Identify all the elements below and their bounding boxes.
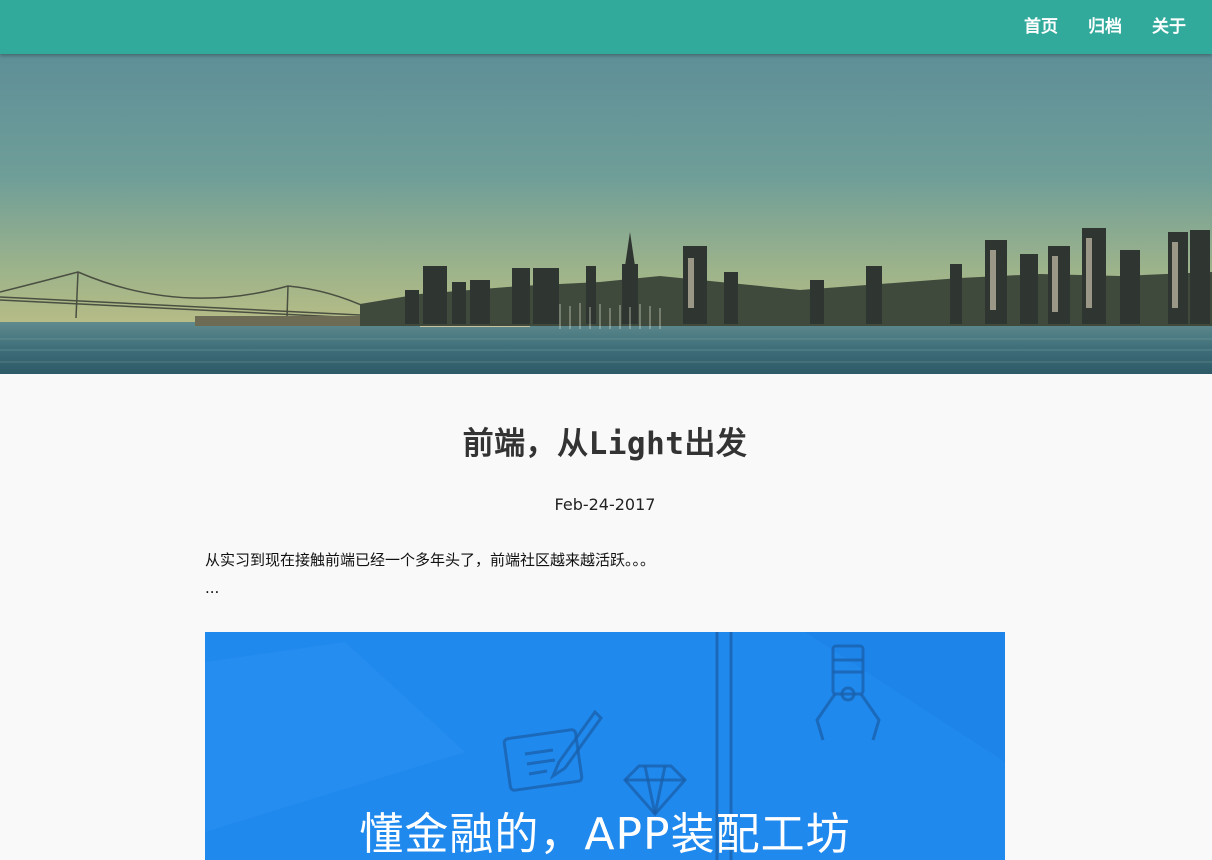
post-date: Feb-24-2017: [554, 495, 656, 514]
post-preview: 前端，从Light出发 Feb-24-2017 从实习到现在接触前端已经一个多年…: [205, 374, 1005, 602]
top-navigation-bar: 首页 归档 关于: [0, 0, 1212, 54]
main-nav: 首页 归档 关于: [1024, 0, 1186, 48]
post-excerpt: 从实习到现在接触前端已经一个多年头了，前端社区越来越活跃。。。 ...: [205, 546, 1005, 602]
excerpt-line: 从实习到现在接触前端已经一个多年头了，前端社区越来越活跃。。。: [205, 551, 656, 569]
note-pencil-icon: [502, 709, 603, 792]
city-skyline-illustration: [0, 54, 1212, 374]
post-cover-image: 懂金融的，APP装配工坊: [205, 632, 1005, 860]
nav-about-link[interactable]: 关于: [1152, 12, 1186, 37]
excerpt-ellipsis: ...: [205, 579, 220, 597]
nav-home-link[interactable]: 首页: [1024, 12, 1058, 37]
nav-archive-link[interactable]: 归档: [1088, 12, 1122, 37]
cover-headline: 懂金融的，APP装配工坊: [359, 809, 851, 860]
post-title[interactable]: 前端，从Light出发: [205, 418, 1005, 463]
hero-skyline-image: [0, 54, 1212, 374]
